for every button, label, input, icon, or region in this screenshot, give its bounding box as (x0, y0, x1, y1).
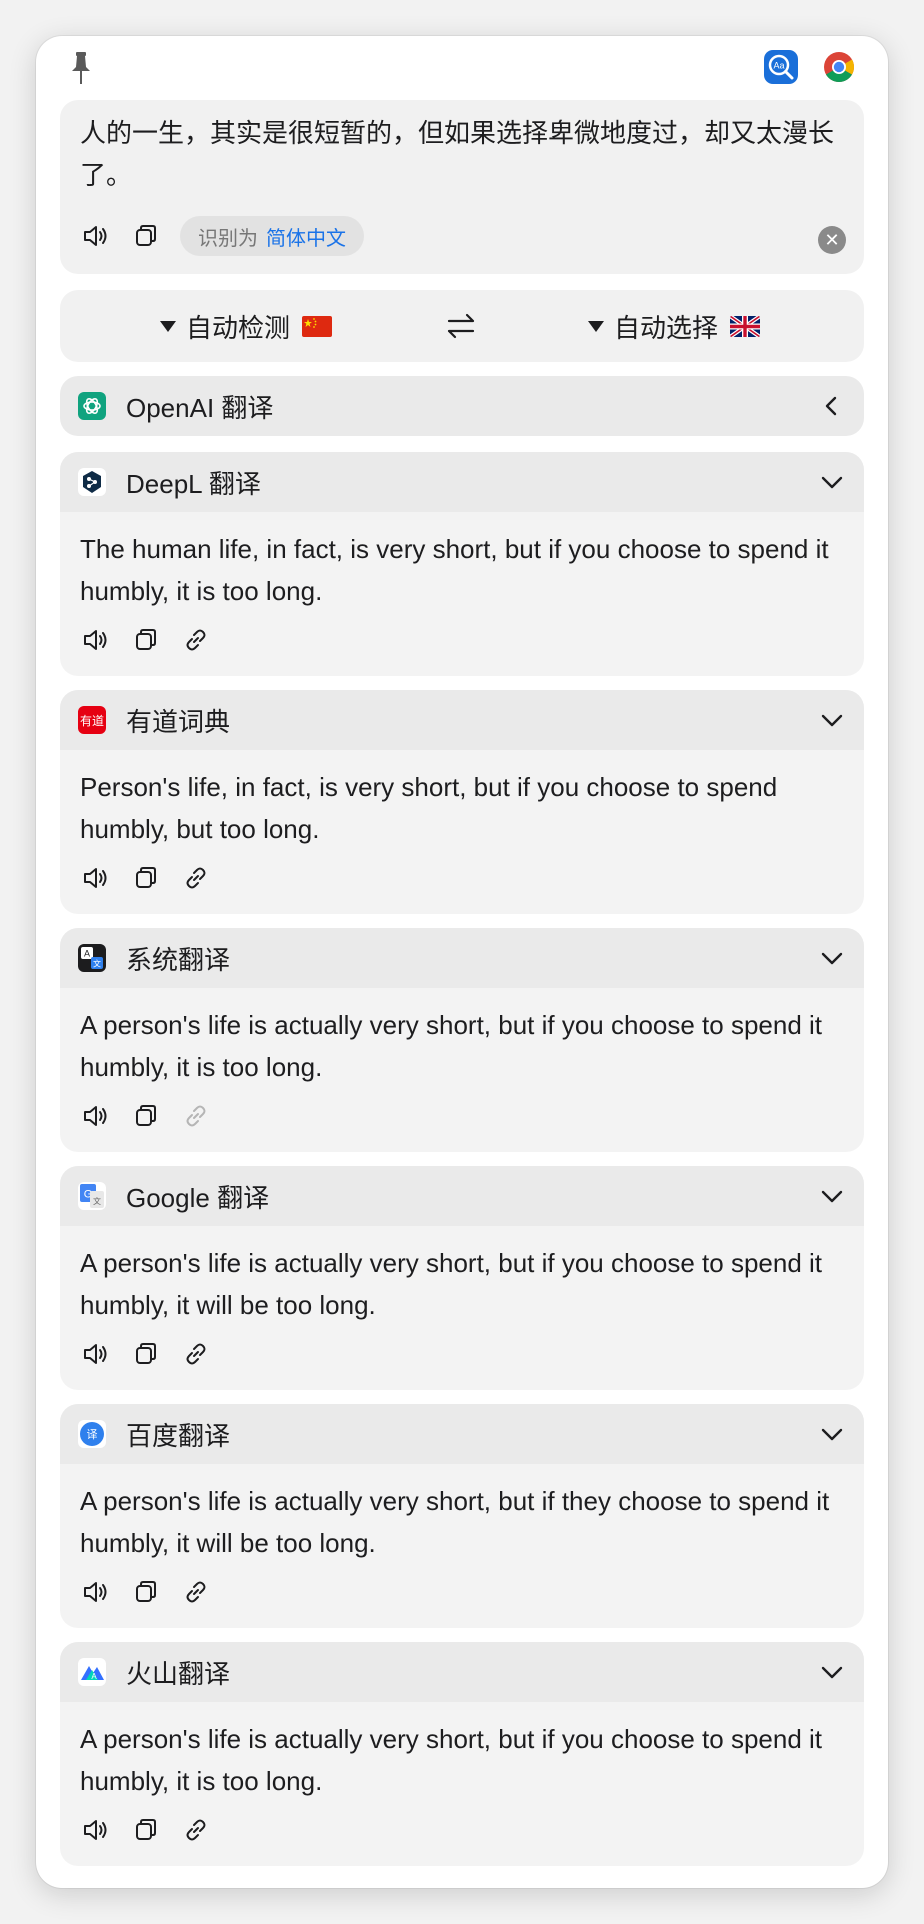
link-icon[interactable] (180, 1576, 212, 1608)
google-translate-icon: G文 (78, 1182, 106, 1210)
target-language-select[interactable]: 自动选择 (588, 290, 761, 362)
link-icon[interactable] (180, 862, 212, 894)
service-name: OpenAI 翻译 (126, 392, 274, 423)
translation-result[interactable]: A person's life is actually very short, … (80, 1480, 856, 1564)
result-actions (80, 1338, 230, 1370)
service-card-baidu: 译 百度翻译 A person's life is actually very … (60, 1404, 864, 1628)
chevron-down-icon[interactable] (818, 1658, 846, 1686)
translation-result[interactable]: A person's life is actually very short, … (80, 1242, 856, 1326)
swap-languages-icon[interactable] (444, 310, 478, 342)
service-card-volcano: A 火山翻译 A person's life is actually very … (60, 1642, 864, 1866)
result-actions (80, 1576, 230, 1608)
service-header[interactable]: 译 百度翻译 (60, 1404, 864, 1464)
dictionary-app-icon[interactable]: Aa (764, 50, 798, 84)
copy-icon[interactable] (130, 220, 162, 252)
service-card-openai: OpenAI 翻译 (60, 376, 864, 436)
chevron-down-icon[interactable] (818, 944, 846, 972)
result-actions (80, 862, 230, 894)
service-card-google: G文 Google 翻译 A person's life is actually… (60, 1166, 864, 1390)
service-header[interactable]: 有道 有道词典 (60, 690, 864, 750)
china-flag-icon (302, 315, 333, 337)
speaker-icon[interactable] (80, 624, 112, 656)
svg-text:A: A (84, 949, 90, 959)
service-header[interactable]: G文 Google 翻译 (60, 1166, 864, 1226)
pin-icon[interactable] (66, 50, 96, 86)
chevron-down-icon[interactable] (818, 1182, 846, 1210)
copy-icon[interactable] (130, 1100, 162, 1132)
translator-window: Aa 人的一生，其实是很短暂的，但如果选择卑微地度过，却又太漫长了。 识别为 简… (36, 36, 888, 1888)
dropdown-triangle-icon (160, 320, 176, 332)
chevron-left-icon[interactable] (818, 392, 846, 420)
source-actions: 识别为 简体中文 (80, 216, 364, 256)
baidu-translate-icon: 译 (78, 1420, 106, 1448)
source-language-select[interactable]: 自动检测 (160, 290, 333, 362)
speaker-icon[interactable] (80, 862, 112, 894)
service-header[interactable]: A文 系统翻译 (60, 928, 864, 988)
source-text-input[interactable]: 人的一生，其实是很短暂的，但如果选择卑微地度过，却又太漫长了。 (80, 112, 840, 196)
dropdown-triangle-icon (588, 320, 604, 332)
service-name: DeepL 翻译 (126, 468, 261, 499)
volcano-translate-icon: A (78, 1658, 106, 1686)
deepl-icon (78, 468, 106, 496)
service-header[interactable]: OpenAI 翻译 (60, 376, 864, 436)
translation-result[interactable]: A person's life is actually very short, … (80, 1718, 856, 1802)
service-card-deepl: DeepL 翻译 The human life, in fact, is ver… (60, 452, 864, 676)
speaker-icon[interactable] (80, 1100, 112, 1132)
detected-language: 简体中文 (266, 227, 346, 250)
uk-flag-icon (730, 315, 761, 337)
translation-result[interactable]: The human life, in fact, is very short, … (80, 528, 856, 612)
clear-icon[interactable]: ✕ (818, 226, 846, 254)
result-actions (80, 1814, 230, 1846)
translation-result[interactable]: Person's life, in fact, is very short, b… (80, 766, 856, 850)
result-actions (80, 1100, 230, 1132)
link-icon-disabled (180, 1100, 212, 1132)
link-icon[interactable] (180, 1338, 212, 1370)
youdao-icon: 有道 (78, 706, 106, 734)
service-name: 有道词典 (126, 706, 231, 737)
source-language-label: 自动检测 (186, 312, 291, 343)
link-icon[interactable] (180, 624, 212, 656)
detected-language-badge[interactable]: 识别为 简体中文 (180, 216, 364, 256)
speaker-icon[interactable] (80, 1338, 112, 1370)
copy-icon[interactable] (130, 1338, 162, 1370)
svg-text:译: 译 (87, 1428, 98, 1441)
speaker-icon[interactable] (80, 220, 112, 252)
source-text-panel: 人的一生，其实是很短暂的，但如果选择卑微地度过，却又太漫长了。 识别为 简体中文… (60, 100, 864, 274)
openai-icon (78, 392, 106, 420)
svg-text:文: 文 (93, 1196, 101, 1206)
chevron-down-icon[interactable] (818, 706, 846, 734)
copy-icon[interactable] (130, 1576, 162, 1608)
chevron-down-icon[interactable] (818, 468, 846, 496)
language-bar: 自动检测 自动选择 (60, 290, 864, 362)
service-card-youdao: 有道 有道词典 Person's life, in fact, is very … (60, 690, 864, 914)
service-name: 火山翻译 (126, 1658, 231, 1689)
target-language-label: 自动选择 (614, 312, 719, 343)
translation-result[interactable]: A person's life is actually very short, … (80, 1004, 856, 1088)
service-header[interactable]: A 火山翻译 (60, 1642, 864, 1702)
link-icon[interactable] (180, 1814, 212, 1846)
system-translate-icon: A文 (78, 944, 106, 972)
copy-icon[interactable] (130, 624, 162, 656)
speaker-icon[interactable] (80, 1576, 112, 1608)
copy-icon[interactable] (130, 862, 162, 894)
service-name: 系统翻译 (126, 944, 231, 975)
service-card-system: A文 系统翻译 A person's life is actually very… (60, 928, 864, 1152)
detected-prefix: 识别为 (198, 227, 258, 250)
svg-text:文: 文 (93, 959, 101, 969)
svg-text:A: A (91, 1672, 97, 1681)
service-name: Google 翻译 (126, 1182, 270, 1213)
service-name: 百度翻译 (126, 1420, 231, 1451)
result-actions (80, 624, 230, 656)
chrome-browser-icon[interactable] (822, 50, 856, 84)
chevron-down-icon[interactable] (818, 1420, 846, 1448)
svg-text:Aa: Aa (773, 61, 784, 71)
copy-icon[interactable] (130, 1814, 162, 1846)
service-header[interactable]: DeepL 翻译 (60, 452, 864, 512)
speaker-icon[interactable] (80, 1814, 112, 1846)
